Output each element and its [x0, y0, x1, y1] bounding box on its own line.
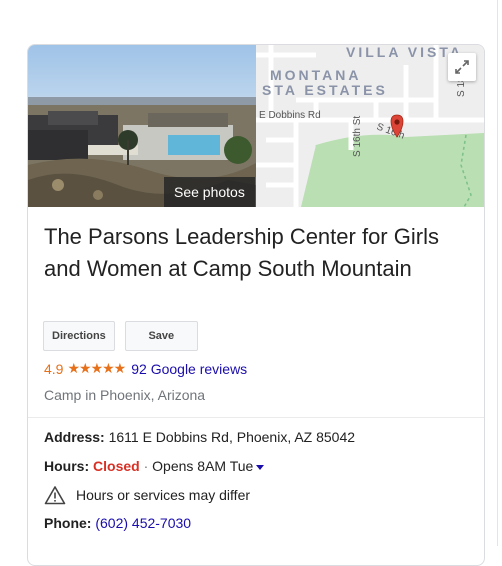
- address-value[interactable]: 1611 E Dobbins Rd, Phoenix, AZ 85042: [109, 429, 355, 445]
- hours-status: Closed: [93, 458, 140, 474]
- save-button[interactable]: Save: [124, 321, 198, 351]
- location-map[interactable]: VILLA VISTA MONTANA STA ESTATES E Dobbin…: [256, 45, 484, 207]
- hours-next-open[interactable]: Opens 8AM Tue: [152, 458, 253, 474]
- action-buttons: Directions Save: [43, 321, 198, 351]
- address-row: Address: 1611 E Dobbins Rd, Phoenix, AZ …: [44, 429, 355, 445]
- place-photo[interactable]: See photos: [28, 45, 256, 207]
- map-label-montana: MONTANA: [270, 67, 362, 83]
- knowledge-panel: See photos VILLA VISTA MONTANA STA ESTAT…: [27, 44, 485, 566]
- notice-row: Hours or services may differ: [44, 485, 250, 505]
- rating-value: 4.9: [44, 360, 64, 377]
- hours-separator: ·: [143, 458, 149, 474]
- hours-label: Hours:: [44, 458, 90, 474]
- hours-row: Hours: Closed · Opens 8AM Tue: [44, 458, 265, 474]
- place-title: The Parsons Leadership Center for Girls …: [44, 224, 439, 281]
- rating-row: 4.9 ★★★★★ 92 Google reviews: [44, 360, 247, 377]
- reviews-link[interactable]: 92 Google reviews: [131, 361, 247, 377]
- chevron-down-icon[interactable]: [256, 464, 265, 470]
- notice-text: Hours or services may differ: [76, 487, 251, 503]
- see-photos-button[interactable]: See photos: [164, 177, 255, 207]
- map-label-villa-vista: VILLA VISTA: [346, 45, 463, 60]
- place-category: Camp in Phoenix, Arizona: [44, 387, 206, 403]
- map-label-s16th-street: S 16th St: [352, 116, 363, 157]
- phone-row: Phone: (602) 452-7030: [44, 515, 191, 531]
- expand-map-button[interactable]: [448, 53, 476, 81]
- warning-icon: [44, 486, 66, 505]
- media-header: See photos VILLA VISTA MONTANA STA ESTAT…: [28, 45, 484, 207]
- expand-icon: [455, 60, 469, 74]
- phone-link[interactable]: (602) 452-7030: [95, 515, 191, 531]
- section-divider: [28, 417, 484, 418]
- address-label: Address:: [44, 429, 105, 445]
- map-label-dobbins-road: E Dobbins Rd: [259, 110, 321, 121]
- phone-label: Phone:: [44, 515, 92, 531]
- map-label-sta-estates: STA ESTATES: [262, 82, 388, 98]
- page-edge-divider: [497, 0, 498, 546]
- directions-button[interactable]: Directions: [43, 321, 115, 351]
- rating-stars-icon: ★★★★★: [67, 360, 126, 376]
